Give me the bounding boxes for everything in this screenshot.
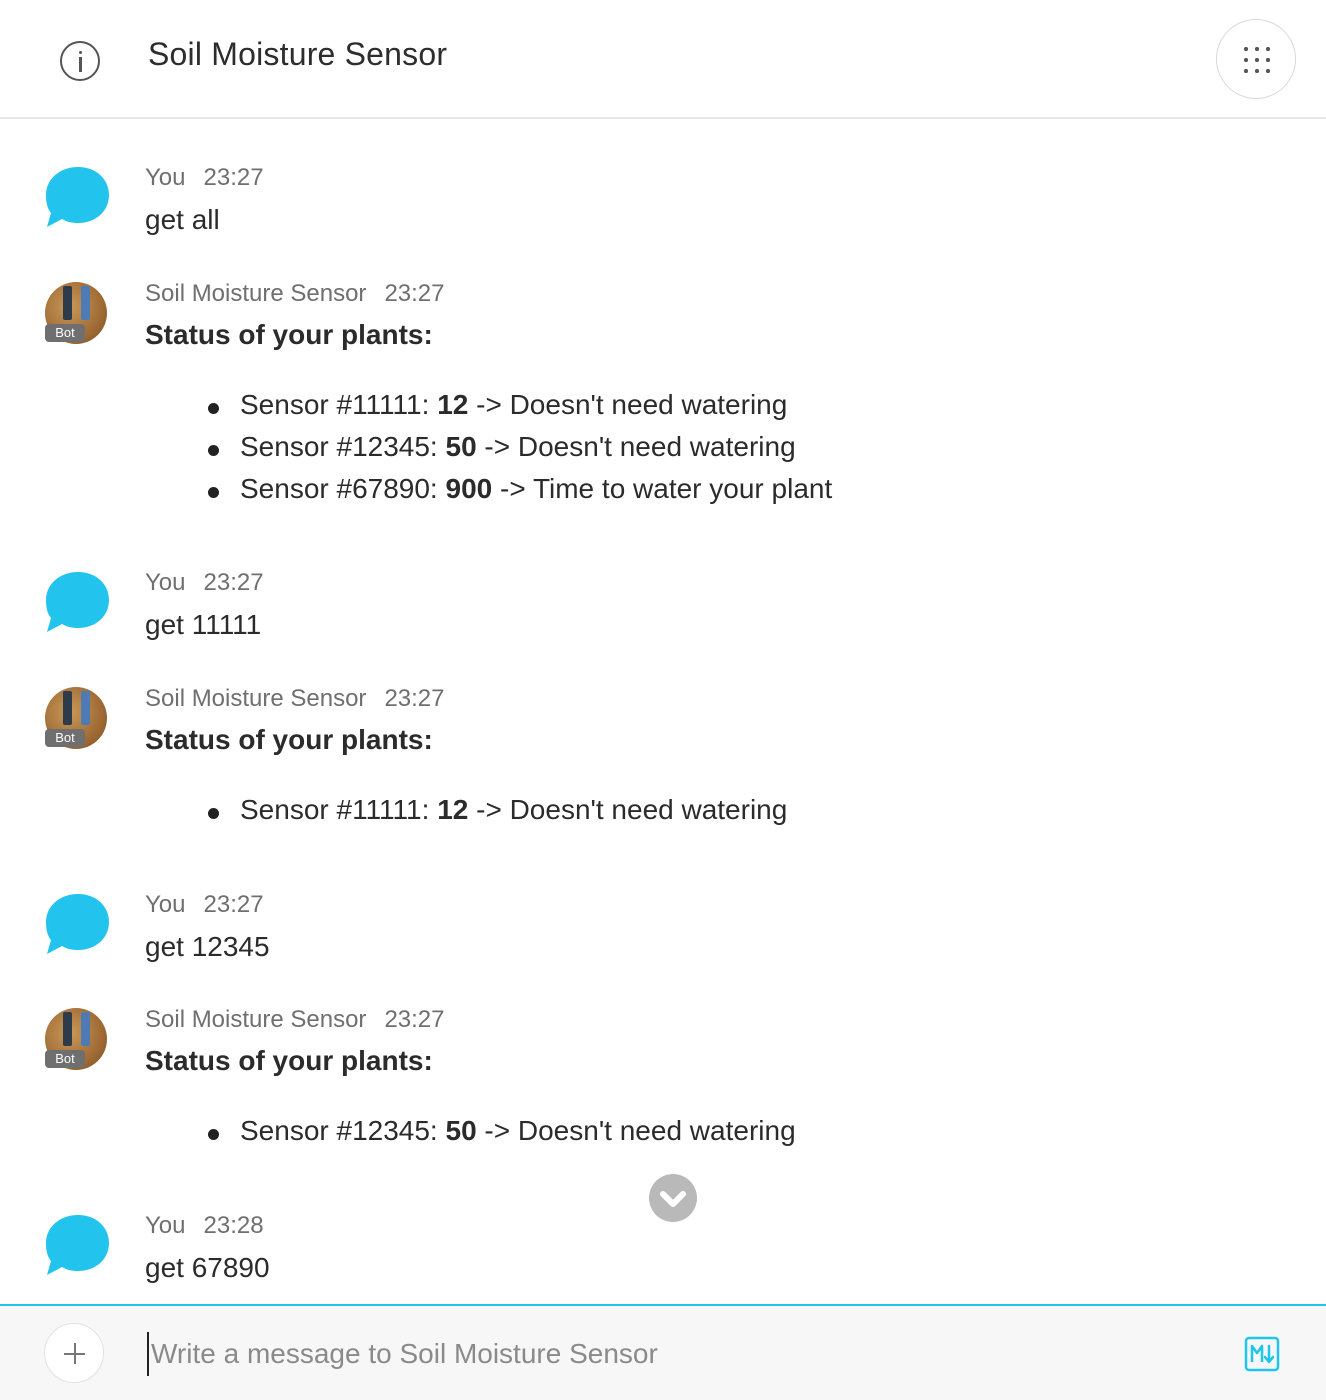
- message-time: 23:28: [203, 1212, 264, 1239]
- scroll-to-bottom-button[interactable]: [649, 1174, 697, 1222]
- message-text: get 11111: [145, 609, 262, 640]
- message-heading: Status of your plants:: [145, 724, 433, 755]
- chat-bubble-icon: [46, 572, 109, 632]
- message-time: 23:27: [203, 164, 264, 191]
- chevron-down-icon: [660, 1191, 686, 1207]
- sensor-list: Sensor #11111: 12 -> Doesn't need wateri…: [205, 794, 787, 836]
- list-item: Sensor #67890: 900 -> Time to water your…: [205, 473, 832, 515]
- bot-badge: Bot: [45, 1050, 85, 1068]
- sensor-list: Sensor #12345: 50 -> Doesn't need wateri…: [205, 1115, 796, 1157]
- chat-bubble-icon: [46, 1215, 109, 1275]
- chat-bubble-icon: [46, 894, 109, 954]
- message-author[interactable]: Soil Moisture Sensor: [145, 685, 366, 712]
- apps-grid-icon: [1244, 47, 1270, 73]
- message-list[interactable]: You 23:27 get all Bot Soil Moisture Senso…: [0, 120, 1326, 1305]
- list-item: Sensor #12345: 50 -> Doesn't need wateri…: [205, 1115, 796, 1157]
- message-author[interactable]: Soil Moisture Sensor: [145, 280, 366, 307]
- add-attachment-button[interactable]: [44, 1323, 104, 1383]
- message-author[interactable]: Soil Moisture Sensor: [145, 1006, 366, 1033]
- chat-bubble-icon: [46, 167, 109, 227]
- message-author[interactable]: You: [145, 891, 186, 918]
- message-time: 23:27: [384, 280, 445, 307]
- message-time: 23:27: [203, 569, 264, 596]
- message-input[interactable]: [147, 1332, 1207, 1376]
- channel-title: Soil Moisture Sensor: [148, 36, 448, 72]
- list-item: Sensor #11111: 12 -> Doesn't need wateri…: [205, 389, 832, 431]
- list-item: Sensor #12345: 50 -> Doesn't need wateri…: [205, 431, 832, 473]
- info-icon[interactable]: [60, 41, 100, 81]
- message-text: get 67890: [145, 1252, 270, 1283]
- message-time: 23:27: [384, 1006, 445, 1033]
- bot-badge: Bot: [45, 324, 85, 342]
- list-item: Sensor #11111: 12 -> Doesn't need wateri…: [205, 794, 787, 836]
- message-heading: Status of your plants:: [145, 319, 433, 350]
- message-heading: Status of your plants:: [145, 1045, 433, 1076]
- markdown-icon[interactable]: [1244, 1336, 1280, 1372]
- message-time: 23:27: [384, 685, 445, 712]
- apps-grid-button[interactable]: [1216, 19, 1296, 99]
- message-time: 23:27: [203, 891, 264, 918]
- message-composer: [0, 1304, 1326, 1400]
- message-author[interactable]: You: [145, 1212, 186, 1239]
- message-author[interactable]: You: [145, 569, 186, 596]
- bot-badge: Bot: [45, 729, 85, 747]
- chat-header: Soil Moisture Sensor: [0, 0, 1326, 119]
- message-text: get 12345: [145, 931, 270, 962]
- message-text: get all: [145, 204, 220, 235]
- message-author[interactable]: You: [145, 164, 186, 191]
- sensor-list: Sensor #11111: 12 -> Doesn't need wateri…: [205, 389, 832, 515]
